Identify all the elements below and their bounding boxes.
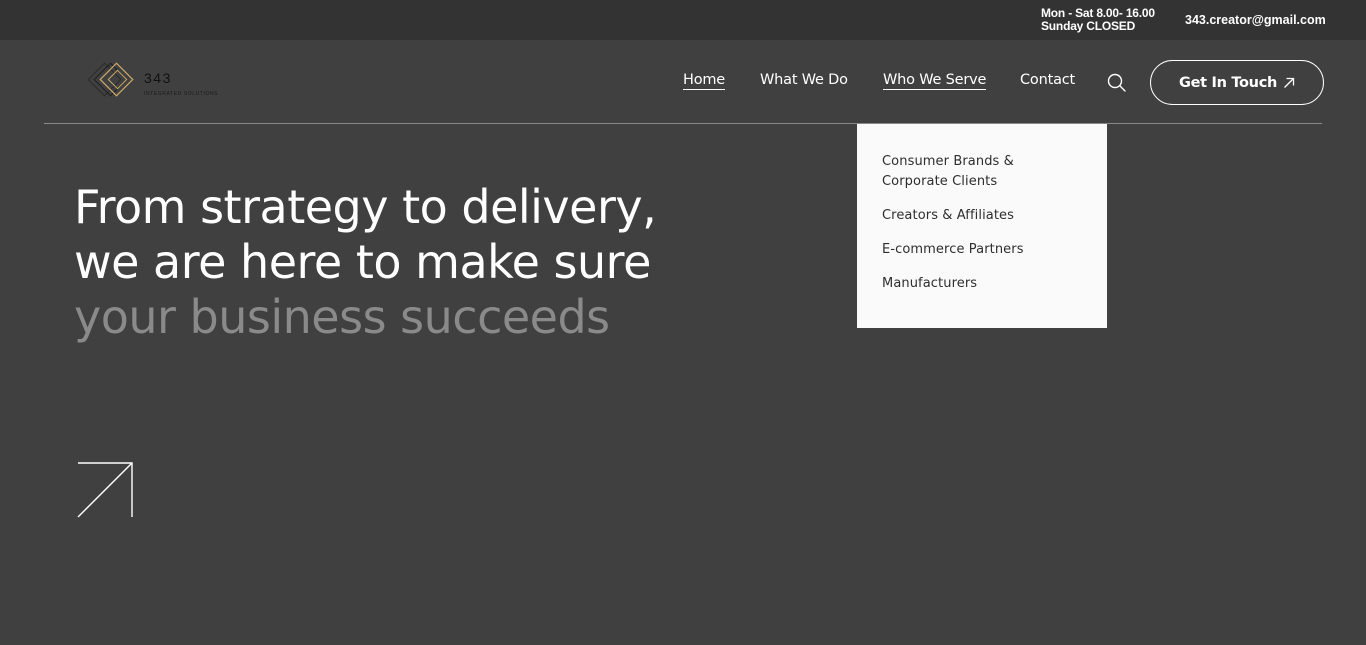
- search-icon: [1107, 73, 1126, 92]
- business-hours: Mon - Sat 8.00- 16.00 Sunday CLOSED: [1041, 7, 1155, 33]
- hero-line-1: From strategy to delivery,: [74, 180, 657, 234]
- hero-heading: From strategy to delivery, we are here t…: [74, 180, 657, 345]
- logo-tagline: INTEGRATED SOLUTIONS: [144, 91, 219, 97]
- nav-contact[interactable]: Contact: [1020, 72, 1075, 89]
- dropdown-item-creators-affiliates[interactable]: Creators & Affiliates: [882, 206, 1082, 226]
- arrow-up-right-icon: [1284, 77, 1295, 88]
- get-in-touch-button[interactable]: Get In Touch: [1150, 60, 1324, 105]
- dropdown-item-manufacturers[interactable]: Manufacturers: [882, 274, 1082, 294]
- get-in-touch-label: Get In Touch: [1178, 74, 1278, 91]
- arrow-up-right-icon: [77, 462, 133, 518]
- logo-diamonds-icon: [87, 62, 134, 97]
- dropdown-item-ecommerce-partners[interactable]: E-commerce Partners: [882, 240, 1082, 260]
- search-button[interactable]: [1106, 72, 1128, 94]
- site-logo[interactable]: 343 INTEGRATED SOLUTIONS: [84, 62, 234, 102]
- header-divider: [44, 123, 1322, 124]
- hero-line-2: we are here to make sure: [74, 235, 651, 289]
- who-we-serve-dropdown: Consumer Brands & Corporate Clients Crea…: [857, 124, 1107, 328]
- logo-number: 343: [144, 70, 172, 86]
- nav-what-we-do[interactable]: What We Do: [760, 72, 848, 89]
- nav-who-we-serve[interactable]: Who We Serve: [883, 72, 986, 90]
- hero-arrow-link[interactable]: [76, 461, 134, 519]
- hours-sunday: Sunday CLOSED: [1041, 19, 1136, 33]
- top-info-bar: Mon - Sat 8.00- 16.00 Sunday CLOSED 343.…: [0, 0, 1366, 40]
- nav-home[interactable]: Home: [683, 72, 725, 90]
- hero-line-3: your business succeeds: [74, 290, 610, 344]
- dropdown-item-consumer-brands[interactable]: Consumer Brands & Corporate Clients: [882, 152, 1082, 192]
- email-link[interactable]: 343.creator@gmail.com: [1185, 13, 1326, 27]
